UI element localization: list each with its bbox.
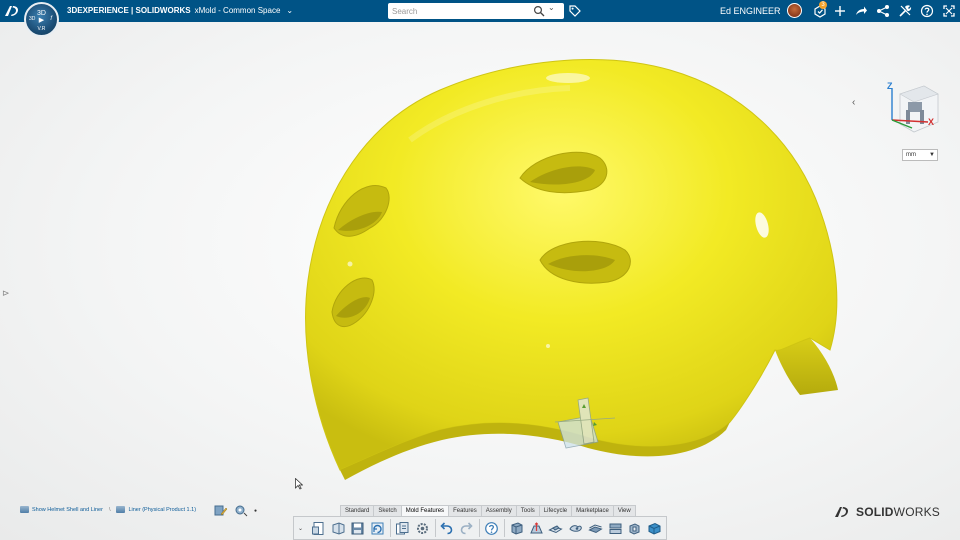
parting-surface-icon[interactable] [547,520,564,537]
avatar[interactable] [787,3,802,18]
search-icon[interactable] [533,5,545,17]
notification-count-badge: 3 [819,1,827,9]
help-icon[interactable] [483,520,500,537]
redo-icon[interactable] [458,520,475,537]
undo-icon[interactable] [439,520,456,537]
search-input[interactable] [392,4,532,18]
share-icon[interactable] [853,3,869,19]
3ds-logo-icon[interactable] [3,3,21,19]
mouse-cursor-icon [295,478,303,490]
compass-right-label: f [50,16,52,22]
edit-component-icon[interactable] [214,504,228,517]
network-icon[interactable] [875,3,891,19]
units-value: mm [906,152,916,158]
feature-tree-expand-icon[interactable]: ⊳ [2,288,10,299]
breadcrumb-item-root[interactable]: Show Helmet Shell and Liner [32,507,103,513]
search-scope-chevron-icon[interactable]: ⌄ [548,3,555,12]
user-name[interactable]: Ed ENGINEER [720,0,781,22]
tab-marketplace[interactable]: Marketplace [571,505,614,516]
add-icon[interactable] [832,3,848,19]
assembly-settings-icon[interactable] [234,504,248,517]
breadcrumb-tools: ● [214,504,257,517]
part-icon [116,506,126,513]
shut-off-surface-icon[interactable] [567,520,584,537]
top-bar: 3DEXPERIENCE | SOLIDWORKS xMold - Common… [0,0,960,22]
toolbar-dropdown-icon[interactable]: ⌄ [298,525,306,532]
open-document-icon[interactable] [330,520,347,537]
assembly-icon [20,506,29,513]
breadcrumb-item-current[interactable]: Liner (Physical Product 1.1) [128,507,196,513]
toolbar-separator [434,519,436,537]
tag-icon[interactable] [568,4,582,18]
core-icon[interactable] [627,520,644,537]
3ds-logo-icon [835,507,848,517]
rebuild-icon[interactable] [369,520,386,537]
breadcrumb-separator: \ [108,506,111,513]
save-icon[interactable] [349,520,366,537]
search-box: ⌄ [388,3,564,19]
toolbar-separator [503,519,505,537]
helmet-liner-model[interactable] [290,50,860,510]
solidworks-wordmark: SOLIDWORKS [856,505,941,519]
tooling-split-icon[interactable] [607,520,624,537]
triad-z-label: Z [887,81,893,91]
compass-widget[interactable]: 3D 3D ▶ f V.R [24,2,59,37]
toolbar-separator [479,519,481,537]
triad-x-label: X [928,117,934,127]
units-select[interactable]: mm ▼ [902,149,938,161]
breadcrumb-more-icon[interactable]: ● [254,508,257,514]
app-name: xMold - Common Space [194,6,281,15]
chevron-down-icon[interactable]: ⌄ [286,0,293,22]
tab-lifecycle[interactable]: Lifecycle [538,505,573,516]
chevron-down-icon[interactable]: ▼ [929,150,935,160]
new-document-icon[interactable] [310,520,327,537]
tab-standard[interactable]: Standard [340,505,375,516]
tab-assembly[interactable]: Assembly [480,505,517,516]
breadcrumb: Show Helmet Shell and Liner \ Liner (Phy… [20,506,196,513]
tab-sketch[interactable]: Sketch [373,505,402,516]
solidworks-logo: SOLIDWORKS [832,504,940,520]
tab-tools[interactable]: Tools [515,505,540,516]
file-properties-icon[interactable] [394,520,411,537]
toolbar-separator [390,519,391,537]
graphics-area[interactable]: ⊳ ‹ Z X mm ▼ Show Helmet Shell and Liner… [0,22,960,540]
tab-mold-features[interactable]: Mold Features [400,505,450,516]
parting-line-icon[interactable] [508,520,525,537]
compass-version-label: V.R [37,26,46,32]
tab-view[interactable]: View [612,505,636,516]
command-toolbar: ⌄ [293,516,667,540]
tab-features[interactable]: Features [448,505,482,516]
mold-tooling-icon[interactable] [646,520,663,537]
help-icon[interactable] [919,3,935,19]
options-gear-icon[interactable] [414,520,431,537]
view-triad-icon[interactable]: Z X [882,80,940,140]
app-title[interactable]: 3DEXPERIENCE | SOLIDWORKS xMold - Common… [67,0,293,22]
ruled-surface-icon[interactable] [587,520,604,537]
fullscreen-icon[interactable] [941,3,957,19]
play-icon[interactable]: ▶ [26,16,57,24]
command-manager-tabs: Standard Sketch Mold Features Features A… [340,505,636,516]
brand-name: 3DEXPERIENCE | SOLIDWORKS [67,6,191,15]
draft-analysis-icon[interactable] [528,520,545,537]
tools-icon[interactable] [897,3,913,19]
collapse-panel-chevron-icon[interactable]: ‹ [852,97,855,108]
